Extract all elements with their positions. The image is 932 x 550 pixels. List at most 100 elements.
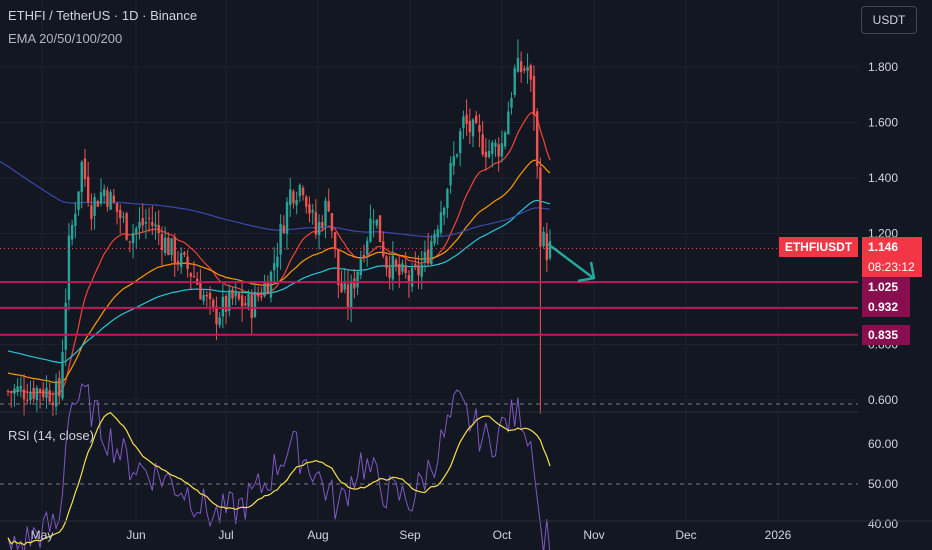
rsi-tick-2: 40.00 <box>868 517 898 531</box>
candle-body <box>272 263 276 271</box>
candle-body <box>45 387 48 398</box>
candle-body <box>321 222 324 228</box>
candle-body <box>478 124 481 132</box>
candle-body <box>500 143 504 157</box>
candle-body <box>205 294 209 297</box>
candle-body <box>163 237 167 253</box>
candle-body <box>446 189 449 208</box>
price-chart[interactable]: 60.0050.0040.00 1.8001.6001.4001.2000.80… <box>0 0 932 550</box>
candle-body <box>135 228 138 234</box>
candle-body <box>420 264 423 277</box>
candle-body <box>436 229 439 237</box>
candle-body <box>308 204 311 214</box>
time-tick-7: Dec <box>675 528 696 542</box>
time-tick-8: 2026 <box>765 528 792 542</box>
candle-body <box>298 184 302 197</box>
time-tick-3: Aug <box>307 528 328 542</box>
candle-body <box>494 142 497 147</box>
candle-body <box>532 76 536 115</box>
candle-body <box>365 240 369 255</box>
level-tag-0835: 0.835 <box>862 325 910 345</box>
candle-body <box>529 65 532 80</box>
price-tick-5: 0.600 <box>868 393 898 407</box>
candle-body <box>122 216 125 218</box>
candle-body <box>51 402 55 406</box>
candle-body <box>109 192 112 210</box>
candle-body <box>526 66 529 72</box>
candle-body <box>484 151 488 158</box>
candle-body <box>64 302 67 350</box>
candle-body <box>218 317 221 326</box>
candle-body <box>106 190 109 207</box>
candle-body <box>430 241 433 265</box>
candle-body <box>147 217 151 219</box>
candle-body <box>513 68 516 96</box>
candle <box>513 64 516 98</box>
candle-body <box>167 237 170 256</box>
candle-body <box>29 391 32 401</box>
candle-body <box>468 120 472 133</box>
candle-body <box>224 296 228 312</box>
candle-body <box>90 205 93 219</box>
candle-body <box>353 278 356 289</box>
candle-body <box>378 215 382 242</box>
candle-body <box>289 189 292 206</box>
candle-body <box>10 391 13 393</box>
candle-body <box>279 223 282 255</box>
candle-body <box>13 388 16 394</box>
currency-button[interactable]: USDT <box>861 6 917 34</box>
candle-body <box>346 284 350 309</box>
candle-body <box>170 238 173 255</box>
candle-body <box>375 219 379 226</box>
candle-body <box>487 151 491 158</box>
candle-body <box>202 294 205 302</box>
candle-body <box>151 221 154 226</box>
candle <box>125 211 128 241</box>
candle-body <box>462 116 465 129</box>
candle-body <box>138 222 141 229</box>
candle-body <box>340 283 343 292</box>
price-tick-1: 1.600 <box>868 116 898 130</box>
candle-body <box>317 221 321 236</box>
candle-body <box>231 289 234 299</box>
candle-body <box>324 200 327 227</box>
candle-body <box>112 195 116 203</box>
candle-body <box>388 267 391 278</box>
candle-body <box>327 201 330 212</box>
last-price-tag: 1.146 <box>862 237 922 257</box>
candle-body <box>199 282 202 300</box>
candle-body <box>414 264 417 267</box>
candle-body <box>256 294 260 297</box>
candle-body <box>356 271 359 288</box>
candle-body <box>459 131 462 154</box>
candle-body <box>157 224 160 234</box>
candle-body <box>269 271 273 298</box>
candle-body <box>410 268 414 287</box>
candle-body <box>115 203 119 212</box>
candle-body <box>519 61 523 73</box>
candle-body <box>131 232 135 244</box>
candle-body <box>295 200 298 206</box>
candle-body <box>510 98 513 108</box>
candle-body <box>99 192 103 204</box>
candle-body <box>16 386 19 393</box>
candle-body <box>343 283 346 290</box>
candle-body <box>179 253 183 268</box>
candle-body <box>442 207 446 216</box>
candle-body <box>333 232 337 250</box>
candle-body <box>103 189 106 196</box>
time-tick-2: Jul <box>218 528 233 542</box>
candle-body <box>369 218 372 242</box>
candle-body <box>391 255 395 280</box>
symbol-tag: ETHFIUSDT <box>779 237 858 257</box>
candle-body <box>247 293 250 307</box>
candle-body <box>276 256 279 268</box>
candle-body <box>128 241 132 243</box>
candle-body <box>305 196 308 207</box>
indicator-legend: EMA 20/50/100/200 <box>8 31 123 46</box>
rsi-tick-1: 50.00 <box>868 477 898 491</box>
candle-body <box>77 191 80 210</box>
candle-body <box>189 273 193 277</box>
chart-background <box>0 0 932 550</box>
candle-body <box>439 212 443 233</box>
